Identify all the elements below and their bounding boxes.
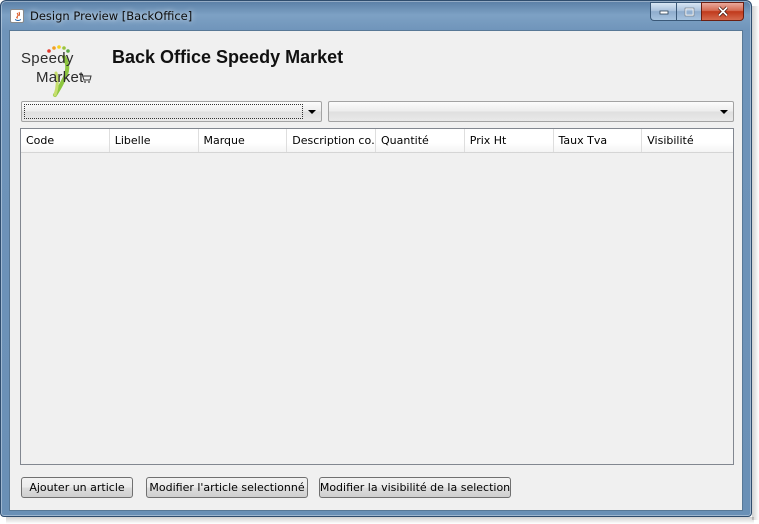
speedy-market-logo: Speedy Market	[19, 43, 99, 99]
close-icon	[717, 6, 728, 17]
add-article-button[interactable]: Ajouter un article	[21, 477, 133, 498]
window-shadow-right	[752, 6, 759, 520]
column-header-quantite[interactable]: Quantité	[376, 129, 465, 152]
logo-text-market: Market	[36, 69, 84, 86]
combobox-1-value	[24, 104, 303, 119]
column-header-description[interactable]: Description co…	[287, 129, 376, 152]
logo-text-speedy: Speedy	[21, 50, 74, 67]
client-area: Speedy Market Back Office Speedy Market …	[9, 30, 743, 511]
chevron-down-icon	[720, 110, 728, 114]
chevron-down-icon	[308, 110, 316, 114]
window-controls	[650, 2, 744, 21]
articles-table[interactable]: Code Libelle Marque Description co… Quan…	[20, 128, 734, 465]
edit-article-button[interactable]: Modifier l'article selectionné	[146, 477, 308, 498]
page-title: Back Office Speedy Market	[112, 47, 344, 67]
combobox-2-value	[331, 104, 715, 119]
maximize-button[interactable]	[676, 2, 701, 21]
table-header: Code Libelle Marque Description co… Quan…	[21, 129, 733, 153]
title-bar[interactable]: Design Preview [BackOffice]	[1, 1, 751, 29]
java-app-icon[interactable]	[10, 9, 24, 23]
app-window: Design Preview [BackOffice] Speedy Marke…	[0, 0, 752, 517]
column-header-code[interactable]: Code	[21, 129, 110, 152]
column-header-marque[interactable]: Marque	[198, 129, 288, 152]
minimize-icon	[659, 10, 668, 14]
column-header-taux-tva[interactable]: Taux Tva	[553, 129, 643, 152]
edit-visibility-button[interactable]: Modifier la visibilité de la selection	[319, 477, 511, 498]
column-header-prix-ht[interactable]: Prix Ht	[464, 129, 554, 152]
filter-combobox-2[interactable]	[328, 101, 734, 122]
maximize-icon	[684, 7, 694, 16]
column-header-libelle[interactable]: Libelle	[109, 129, 199, 152]
window-title: Design Preview [BackOffice]	[30, 9, 193, 23]
window-shadow-bottom	[6, 517, 754, 524]
minimize-button[interactable]	[650, 2, 676, 21]
column-header-visibilite[interactable]: Visibilité	[642, 129, 733, 152]
close-button[interactable]	[701, 2, 744, 21]
table-body[interactable]	[21, 153, 733, 464]
filter-combobox-1[interactable]	[21, 101, 322, 122]
